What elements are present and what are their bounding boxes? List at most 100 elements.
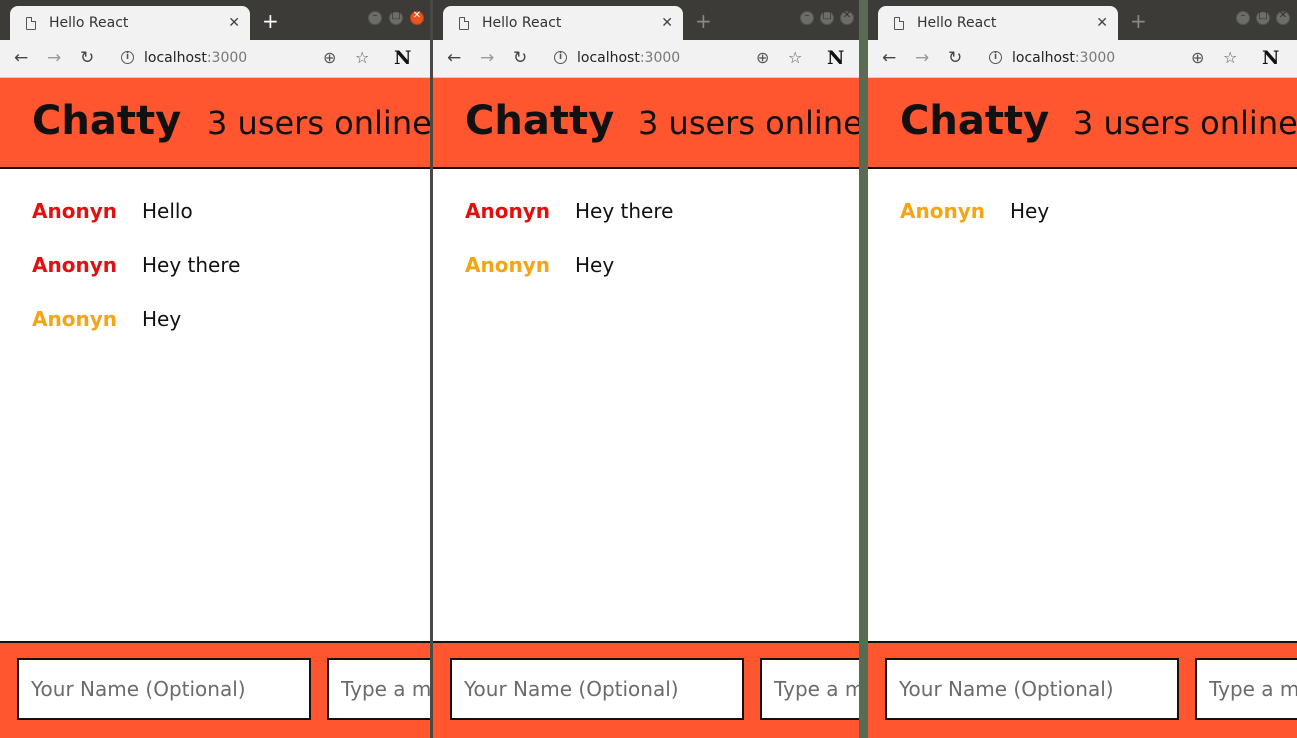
page-icon bbox=[459, 16, 469, 30]
forward-arrow-icon[interactable]: → bbox=[915, 48, 929, 68]
new-tab-icon[interactable]: + bbox=[262, 9, 279, 33]
tab-close-icon[interactable]: ✕ bbox=[1096, 15, 1108, 31]
zoom-icon[interactable]: ⊕ bbox=[1191, 48, 1204, 67]
brand-title: Chatty bbox=[465, 98, 615, 144]
brand-title: Chatty bbox=[900, 98, 1050, 144]
chat-bar bbox=[0, 641, 430, 738]
url-host: localhost bbox=[1012, 50, 1075, 66]
zoom-icon[interactable]: ⊕ bbox=[756, 48, 769, 67]
extension-n-icon[interactable]: N bbox=[827, 47, 844, 69]
maximize-icon[interactable]: □ bbox=[820, 10, 834, 25]
back-arrow-icon[interactable]: ← bbox=[882, 48, 896, 68]
browser-window-1: Hello React ✕ + – □ ✕ ← → ↻ i localhost:… bbox=[0, 0, 430, 738]
message-username: Anonyn bbox=[900, 199, 985, 223]
minimize-icon[interactable]: – bbox=[1236, 10, 1250, 25]
users-online-count: 3 users online bbox=[1073, 104, 1297, 142]
title-bar: Hello React ✕ + – □ ✕ bbox=[868, 0, 1297, 40]
username-input[interactable] bbox=[450, 658, 744, 720]
message: Anonyn Hey bbox=[900, 196, 1049, 226]
chat-bar bbox=[868, 641, 1297, 738]
address-bar[interactable]: localhost:3000 bbox=[1012, 50, 1115, 66]
site-info-icon[interactable]: i bbox=[989, 51, 1002, 64]
site-info-icon[interactable]: i bbox=[121, 51, 134, 64]
maximize-icon[interactable]: □ bbox=[389, 10, 403, 25]
message-content: Hey there bbox=[142, 253, 241, 277]
extension-n-icon[interactable]: N bbox=[394, 47, 411, 69]
maximize-icon[interactable]: □ bbox=[1256, 10, 1270, 25]
desktop-separator bbox=[859, 0, 868, 738]
forward-arrow-icon[interactable]: → bbox=[480, 48, 494, 68]
chat-header: Chatty 3 users online bbox=[0, 78, 430, 169]
message: Anonyn Hey there bbox=[465, 196, 673, 226]
message-list: Anonyn Hey there Anonyn Hey bbox=[433, 169, 859, 641]
minimize-icon[interactable]: – bbox=[800, 10, 814, 25]
page-icon bbox=[894, 16, 904, 30]
message-input[interactable] bbox=[327, 658, 430, 720]
address-bar[interactable]: localhost:3000 bbox=[144, 50, 247, 66]
title-bar: Hello React ✕ + – □ ✕ bbox=[0, 0, 430, 40]
message-input[interactable] bbox=[760, 658, 859, 720]
url-port: :3000 bbox=[639, 50, 681, 66]
url-port: :3000 bbox=[1074, 50, 1116, 66]
message-content: Hey bbox=[142, 307, 182, 331]
browser-toolbar: ← → ↻ i localhost:3000 ⊕ ☆ N bbox=[0, 40, 430, 78]
browser-toolbar: ← → ↻ i localhost:3000 ⊕ ☆ N bbox=[868, 40, 1297, 78]
url-host: localhost bbox=[577, 50, 640, 66]
message-content: Hello bbox=[142, 199, 193, 223]
browser-tab[interactable]: Hello React ✕ bbox=[878, 6, 1118, 40]
reload-icon[interactable]: ↻ bbox=[513, 48, 527, 68]
extension-n-icon[interactable]: N bbox=[1262, 47, 1279, 69]
reload-icon[interactable]: ↻ bbox=[948, 48, 962, 68]
close-window-icon[interactable]: ✕ bbox=[1276, 10, 1290, 25]
tab-title: Hello React bbox=[49, 15, 129, 31]
browser-toolbar: ← → ↻ i localhost:3000 ⊕ ☆ N bbox=[433, 40, 859, 78]
bookmark-star-icon[interactable]: ☆ bbox=[355, 48, 369, 67]
close-window-icon[interactable]: ✕ bbox=[840, 10, 854, 25]
tab-close-icon[interactable]: ✕ bbox=[228, 15, 240, 31]
message: Anonyn Hey bbox=[32, 304, 181, 334]
users-online-count: 3 users online bbox=[638, 104, 859, 142]
bookmark-star-icon[interactable]: ☆ bbox=[788, 48, 802, 67]
forward-arrow-icon[interactable]: → bbox=[47, 48, 61, 68]
back-arrow-icon[interactable]: ← bbox=[447, 48, 461, 68]
tab-title: Hello React bbox=[482, 15, 562, 31]
back-arrow-icon[interactable]: ← bbox=[14, 48, 28, 68]
message-content: Hey bbox=[575, 253, 615, 277]
message-content: Hey there bbox=[575, 199, 674, 223]
browser-tab[interactable]: Hello React ✕ bbox=[443, 6, 683, 40]
chat-bar bbox=[433, 641, 859, 738]
bookmark-star-icon[interactable]: ☆ bbox=[1223, 48, 1237, 67]
new-tab-icon[interactable]: + bbox=[695, 9, 712, 33]
title-bar: Hello React ✕ + – □ ✕ bbox=[433, 0, 859, 40]
reload-icon[interactable]: ↻ bbox=[80, 48, 94, 68]
message-content: Hey bbox=[1010, 199, 1050, 223]
tab-title: Hello React bbox=[917, 15, 997, 31]
message-input[interactable] bbox=[1195, 658, 1297, 720]
message-username: Anonyn bbox=[32, 199, 117, 223]
message: Anonyn Hey bbox=[465, 250, 614, 280]
url-port: :3000 bbox=[206, 50, 248, 66]
message-username: Anonyn bbox=[465, 253, 550, 277]
users-online-count: 3 users online bbox=[207, 104, 430, 142]
message-list: Anonyn Hey bbox=[868, 169, 1297, 641]
chat-header: Chatty 3 users online bbox=[868, 78, 1297, 169]
minimize-icon[interactable]: – bbox=[368, 10, 382, 25]
page-icon bbox=[26, 16, 36, 30]
tab-close-icon[interactable]: ✕ bbox=[661, 15, 673, 31]
new-tab-icon[interactable]: + bbox=[1130, 9, 1147, 33]
browser-window-3: Hello React ✕ + – □ ✕ ← → ↻ i localhost:… bbox=[868, 0, 1297, 738]
close-window-icon[interactable]: ✕ bbox=[410, 10, 424, 25]
message-list: Anonyn Hello Anonyn Hey there Anonyn Hey bbox=[0, 169, 430, 641]
message-username: Anonyn bbox=[32, 253, 117, 277]
browser-tab[interactable]: Hello React ✕ bbox=[10, 6, 250, 40]
message: Anonyn Hello bbox=[32, 196, 193, 226]
username-input[interactable] bbox=[885, 658, 1179, 720]
brand-title: Chatty bbox=[32, 98, 182, 144]
username-input[interactable] bbox=[17, 658, 311, 720]
chat-header: Chatty 3 users online bbox=[433, 78, 859, 169]
zoom-icon[interactable]: ⊕ bbox=[323, 48, 336, 67]
message: Anonyn Hey there bbox=[32, 250, 240, 280]
site-info-icon[interactable]: i bbox=[554, 51, 567, 64]
browser-window-2: Hello React ✕ + – □ ✕ ← → ↻ i localhost:… bbox=[433, 0, 859, 738]
address-bar[interactable]: localhost:3000 bbox=[577, 50, 680, 66]
